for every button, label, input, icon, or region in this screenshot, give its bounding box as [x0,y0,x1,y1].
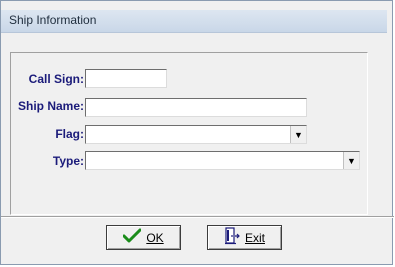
ok-button-label: OK [146,230,164,245]
flag-label: Flag: [55,127,84,141]
exit-door-icon [224,227,240,248]
flag-select[interactable]: ▼ [85,125,307,144]
title-bar[interactable]: Ship Information [1,10,387,33]
ship-information-window: Ship Information Call Sign: Ship Name: F… [0,0,394,265]
exit-button[interactable]: Exit [207,225,282,250]
footer-separator [1,216,394,218]
window-title: Ship Information [9,13,97,27]
call-sign-label: Call Sign: [28,72,84,86]
ok-button[interactable]: OK [106,225,181,250]
exit-button-label: Exit [244,230,265,245]
flag-dropdown-button[interactable]: ▼ [290,126,306,143]
call-sign-input[interactable] [85,69,167,88]
ship-name-input[interactable] [85,98,307,117]
type-select[interactable]: ▼ [85,151,360,170]
type-dropdown-button[interactable]: ▼ [343,152,359,169]
checkmark-icon [122,228,142,247]
type-label: Type: [52,154,84,168]
ship-name-label: Ship Name: [17,99,84,113]
chevron-down-icon: ▼ [294,129,303,140]
chevron-down-icon: ▼ [347,155,356,166]
